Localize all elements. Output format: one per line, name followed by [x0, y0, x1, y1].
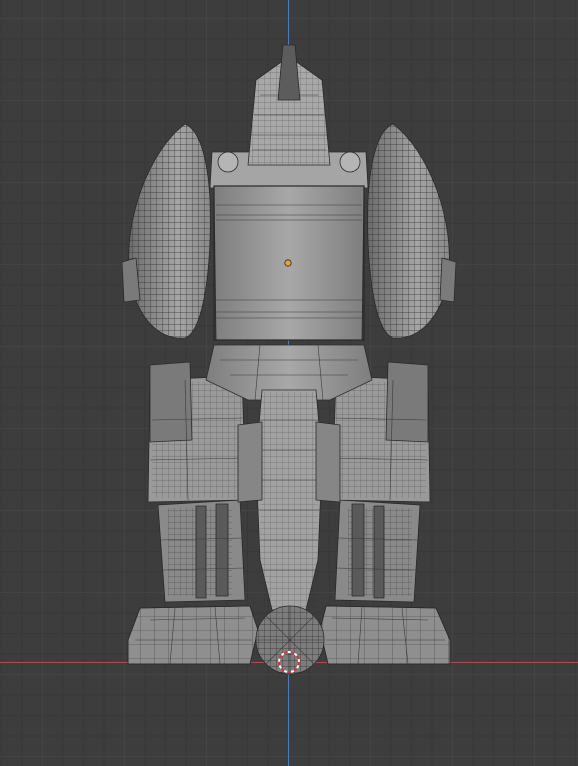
origin-dot-icon[interactable] — [284, 259, 292, 267]
left-foot[interactable] — [127, 605, 259, 665]
3d-viewport[interactable] — [0, 0, 578, 766]
left-lower-leg[interactable] — [157, 499, 246, 603]
right-foot[interactable] — [319, 605, 451, 665]
tail-bulb[interactable] — [255, 605, 325, 675]
head-crest[interactable] — [247, 44, 331, 166]
right-lower-leg[interactable] — [334, 499, 421, 603]
left-pod[interactable] — [121, 123, 211, 339]
tail-column[interactable] — [237, 389, 341, 611]
right-pod[interactable] — [367, 123, 457, 339]
robot-mesh[interactable] — [0, 0, 578, 766]
torso-block[interactable] — [209, 151, 369, 341]
